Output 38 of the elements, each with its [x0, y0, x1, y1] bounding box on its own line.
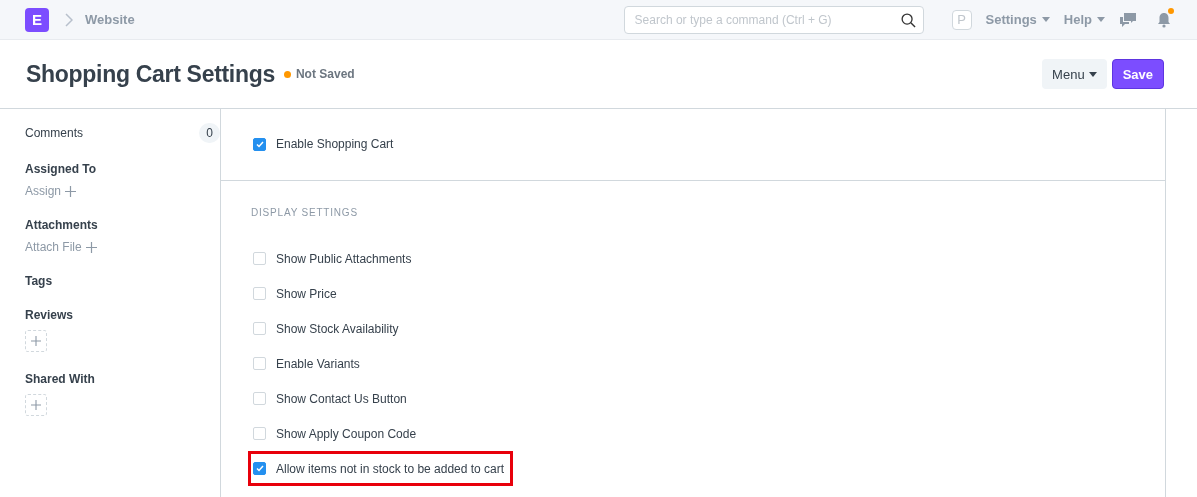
- sidebar-heading: Assigned To: [25, 162, 98, 176]
- caret-icon: [1097, 17, 1105, 22]
- sidebar-heading: Attachments: [25, 218, 99, 232]
- checkbox[interactable]: [253, 137, 266, 151]
- checkbox[interactable]: [253, 462, 266, 475]
- sidebar-heading: Tags: [25, 274, 54, 288]
- checkbox-label[interactable]: Show Apply Coupon Code: [276, 426, 417, 441]
- save-button[interactable]: Save: [1111, 59, 1164, 89]
- chevron-right-icon: [65, 12, 73, 27]
- checkbox-label[interactable]: Enable Variants: [276, 356, 360, 371]
- search-icon: [900, 12, 916, 28]
- status-dot: [283, 70, 291, 78]
- sidebar-heading: Shared With: [25, 372, 96, 386]
- search-field[interactable]: Search or type a command (Ctrl + G): [623, 5, 924, 34]
- section-heading: DISPLAY SETTINGS: [251, 207, 359, 218]
- status-indicator: Not Saved: [295, 67, 355, 81]
- caret-icon: [1041, 17, 1050, 22]
- checkbox-label[interactable]: Show Contact Us Button: [276, 391, 407, 406]
- checkbox-label[interactable]: Enable Shopping Cart: [276, 137, 394, 151]
- comments-label[interactable]: Comments: [25, 126, 83, 140]
- sidebar-heading: Reviews: [25, 308, 75, 322]
- chat-icon[interactable]: [1119, 11, 1137, 28]
- page-title: Shopping Cart Settings: [26, 60, 275, 88]
- bell-icon[interactable]: [1157, 11, 1171, 28]
- menu-button[interactable]: Menu: [1042, 59, 1107, 89]
- caret-icon: [1088, 71, 1097, 77]
- checkbox-label[interactable]: Show Price: [276, 286, 337, 301]
- plus-icon[interactable]: [85, 241, 97, 253]
- plus-icon: [31, 336, 41, 346]
- comment-count: 0: [199, 123, 220, 143]
- plus-icon[interactable]: [65, 185, 77, 197]
- checkbox-label[interactable]: Show Stock Availability: [276, 321, 399, 336]
- add-button[interactable]: [25, 330, 47, 352]
- add-button[interactable]: [25, 394, 47, 416]
- checkbox-label[interactable]: Show Public Attachments: [276, 251, 412, 266]
- app-logo[interactable]: E: [25, 7, 49, 32]
- checkbox-label[interactable]: Allow items not in stock to be added to cart: [276, 461, 505, 476]
- plus-icon: [31, 400, 41, 410]
